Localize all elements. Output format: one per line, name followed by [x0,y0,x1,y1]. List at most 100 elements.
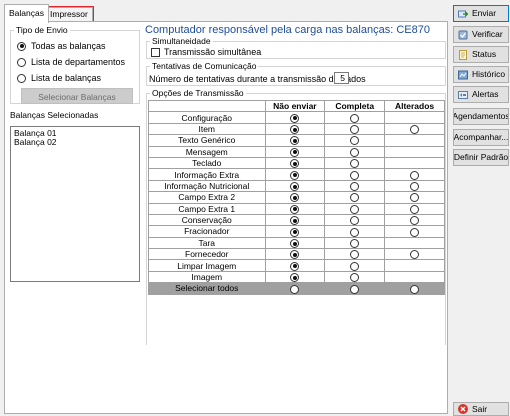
schedules-button[interactable]: Agendamentos [453,108,509,125]
cell-completa [324,270,386,284]
radio-label: Todas as balanças [31,41,106,51]
select-balancas-button[interactable]: Selecionar Balanças [21,88,133,104]
send-button[interactable]: Enviar [453,5,509,22]
history-button[interactable]: Histórico [453,66,509,83]
column-header-completa: Completa [324,99,386,113]
column-header [148,99,266,113]
completa-radio[interactable] [350,239,360,248]
alerts-icon [458,90,468,100]
follow-button[interactable]: Acompanhar... [453,129,509,146]
completa-radio[interactable] [350,113,360,123]
cell-alterados [384,248,445,261]
table-row: Configuração [148,111,445,124]
completa-radio[interactable] [350,125,360,135]
nao-enviar-radio[interactable] [290,136,300,146]
radio-todas-balancas[interactable]: Todas as balanças [17,40,106,52]
row-label: Campo Extra 1 [148,202,266,215]
nao-enviar-radio[interactable] [290,216,300,226]
tab-balancas[interactable]: Balanças [4,4,49,23]
alterados-radio[interactable] [410,216,420,226]
completa-radio[interactable] [350,182,360,192]
completa-all-radio[interactable] [350,284,360,294]
nao-enviar-radio[interactable] [290,239,300,248]
nao-enviar-radio[interactable] [290,261,300,271]
simultaneidade-group: Simultaneidade Transmissão simultânea [146,35,446,59]
alterados-radio[interactable] [410,170,420,180]
nao-enviar-radio[interactable] [290,250,300,260]
verify-button[interactable]: Verificar [453,26,509,43]
row-label: Imagem [148,270,266,284]
row-label: Tara [148,236,266,250]
alterados-radio[interactable] [410,182,420,192]
nao-enviar-radio[interactable] [290,125,300,135]
alterados-all-radio[interactable] [410,284,420,294]
row-label: Mensagem [148,145,266,158]
alterados-radio[interactable] [410,250,420,260]
table-row: Item [148,122,445,136]
completa-radio[interactable] [350,216,360,226]
cell-completa [324,122,386,136]
completa-radio[interactable] [350,261,360,271]
nao-enviar-radio[interactable] [290,204,300,214]
radio-lista-balancas[interactable]: Lista de balanças [17,72,101,84]
cell-alterados [384,259,445,272]
completa-radio[interactable] [350,204,360,214]
completa-radio[interactable] [350,136,360,146]
cell-nao-enviar [264,236,326,250]
cell-completa [324,111,386,124]
completa-radio[interactable] [350,273,360,283]
tentativas-input[interactable]: 5 [334,72,349,84]
nao-enviar-radio[interactable] [290,113,300,123]
cell-completa [324,145,386,158]
tab-label: Impressor [50,9,88,19]
alerts-button[interactable]: Alertas [453,86,509,103]
nao-enviar-radio[interactable] [290,227,300,237]
status-button[interactable]: Status [453,46,509,63]
row-label: Texto Genérico [148,134,266,147]
nao-enviar-radio[interactable] [290,159,300,169]
list-item[interactable]: Balança 02 [14,138,136,147]
completa-radio[interactable] [350,159,360,169]
alterados-radio[interactable] [410,125,420,135]
row-label: Campo Extra 2 [148,191,266,204]
nao-enviar-radio[interactable] [290,273,300,283]
radio-lista-departamentos[interactable]: Lista de departamentos [17,56,125,68]
cell-alterados-all [384,282,445,295]
balancas-list[interactable]: Balança 01 Balança 02 [10,126,140,282]
nao-enviar-radio[interactable] [290,147,300,157]
cell-nao-enviar [264,134,326,147]
set-default-button[interactable]: Definir Padrão [453,149,509,166]
completa-radio[interactable] [350,227,360,237]
main-panel: Tipo de Envio Todas as balanças Lista de… [4,21,448,414]
alterados-radio[interactable] [410,204,420,214]
cell-completa [324,213,386,227]
group-title: Tipo de Envio [14,24,70,36]
completa-radio[interactable] [350,170,360,180]
cell-completa-all [324,282,386,295]
opcoes-table: Não enviar Completa Alterados Configuraç… [148,99,445,295]
cell-nao-enviar-all [264,282,326,295]
completa-radio[interactable] [350,147,360,157]
nao-enviar-all-radio[interactable] [290,284,300,294]
alterados-radio[interactable] [410,193,420,203]
row-label: Limpar Imagem [148,259,266,272]
completa-radio[interactable] [350,250,360,260]
button-label: Status [472,49,497,59]
nao-enviar-radio[interactable] [290,170,300,180]
table-row: Texto Genérico [148,134,445,147]
cell-alterados [384,168,445,181]
nao-enviar-radio[interactable] [290,182,300,192]
tab-impressor[interactable]: Impressor [44,6,94,23]
completa-radio[interactable] [350,193,360,203]
cell-nao-enviar [264,248,326,261]
column-header-nao-enviar: Não enviar [264,99,326,113]
transmissao-simultanea-checkbox[interactable]: Transmissão simultânea [151,47,261,57]
alterados-radio[interactable] [410,227,420,237]
cell-nao-enviar [264,168,326,181]
table-row: Campo Extra 2 [148,191,445,204]
table-row: Teclado [148,156,445,170]
tentativas-group: Tentativas de Comunicação Número de tent… [146,60,446,86]
row-label: Informação Nutricional [148,179,266,193]
nao-enviar-radio[interactable] [290,193,300,203]
cell-alterados [384,202,445,215]
